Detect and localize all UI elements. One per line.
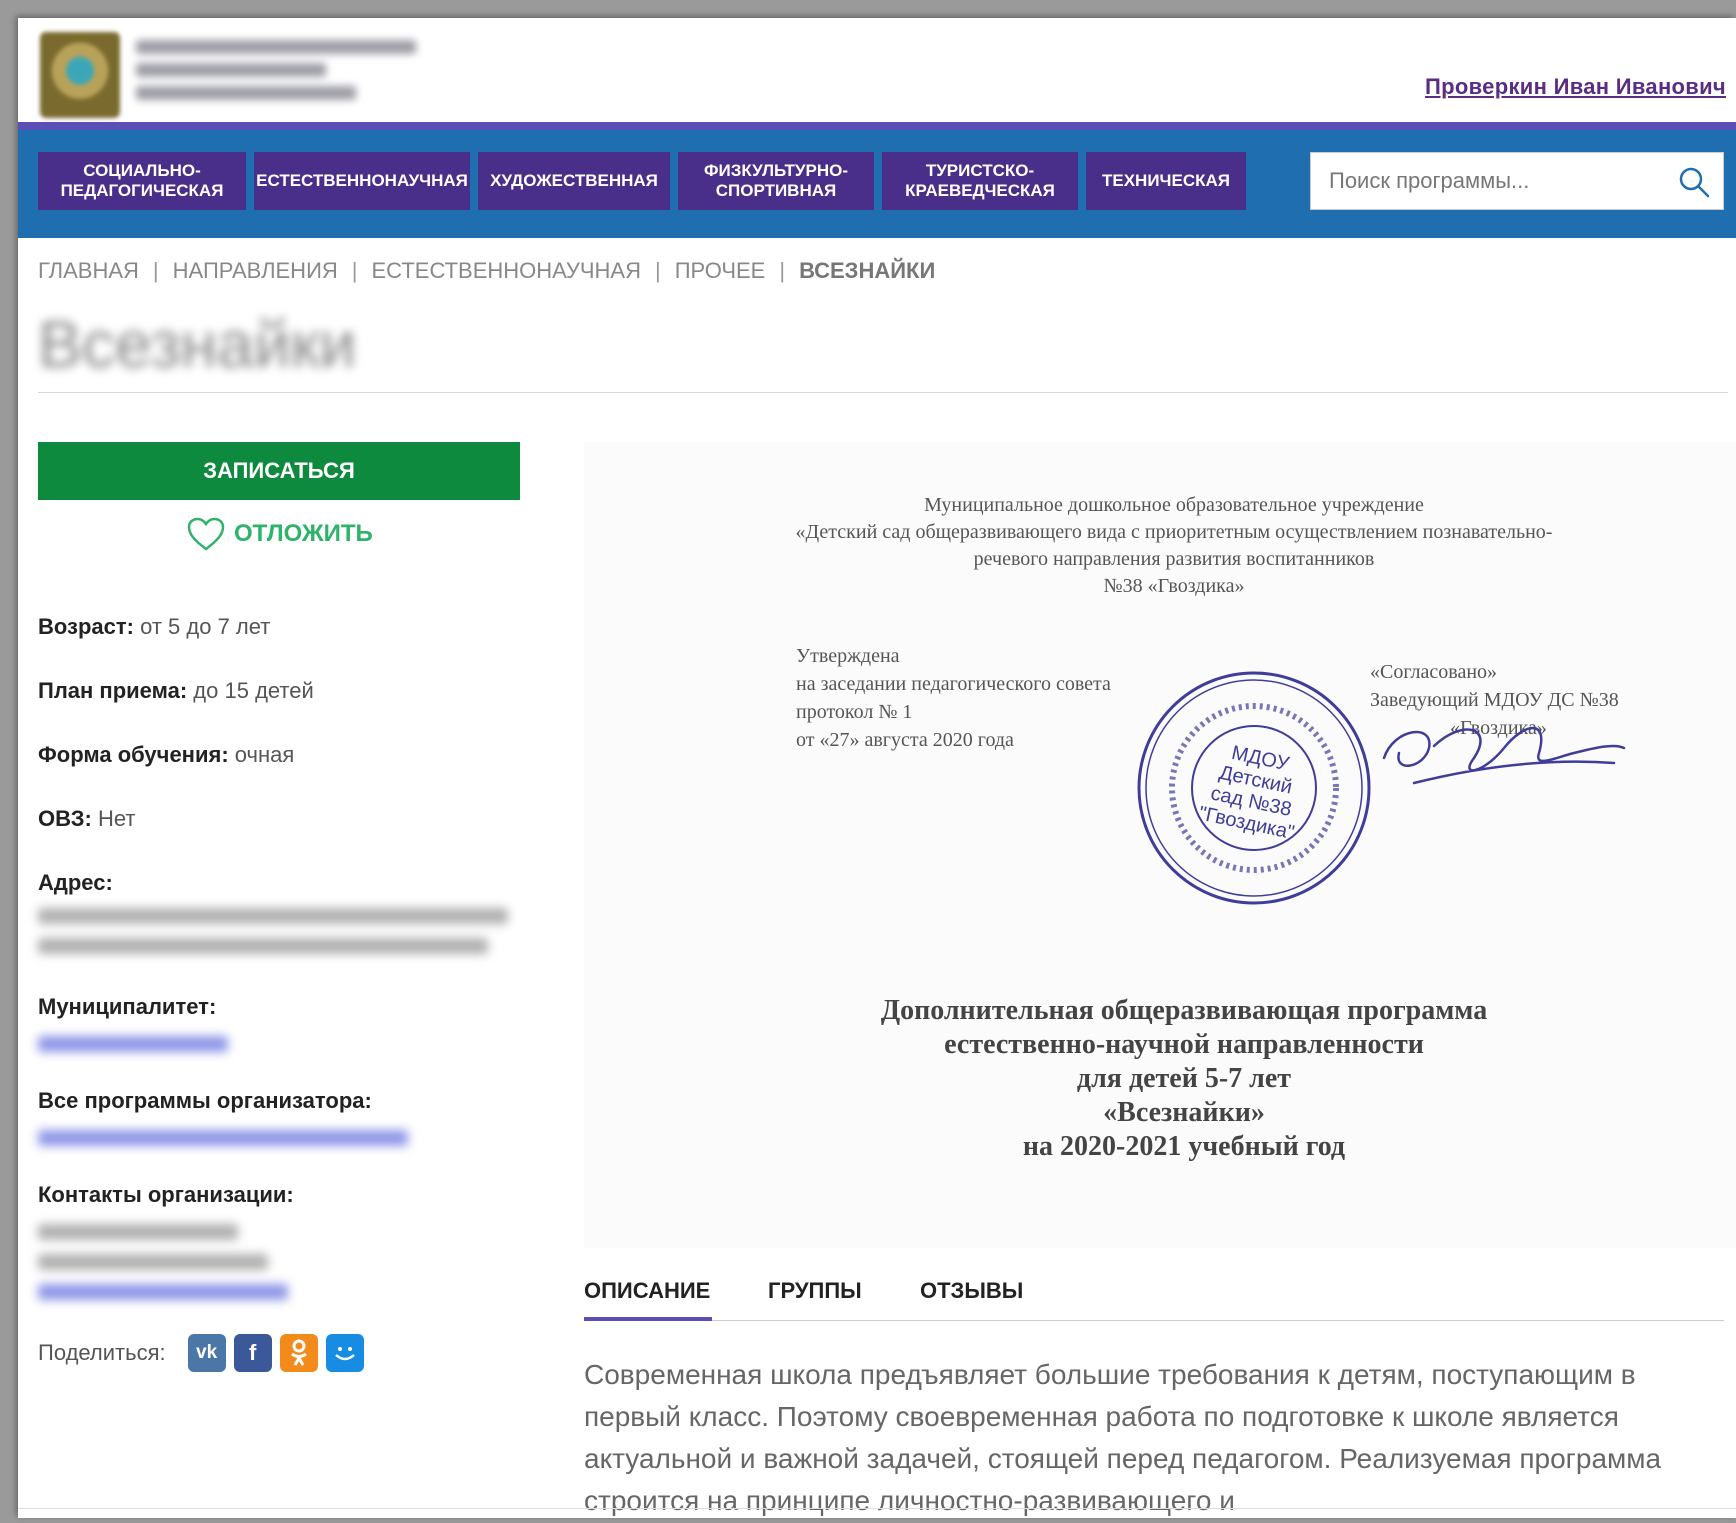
address-row: Адрес: xyxy=(38,870,113,896)
breadcrumb-item-other[interactable]: ПРОЧЕЕ xyxy=(675,258,766,283)
breadcrumb-item-natural-science[interactable]: ЕСТЕСТВЕННОНАУЧНАЯ xyxy=(372,258,641,283)
programs-label: Все программы организатора: xyxy=(38,1088,372,1113)
municipality-row: Муниципалитет: xyxy=(38,994,216,1020)
nav-tab-tourism[interactable]: ТУРИСТСКО- КРАЕВЕДЧЕСКАЯ xyxy=(882,152,1078,210)
breadcrumb-separator: | xyxy=(351,258,358,283)
doc-header-line: «Детский сад общеразвивающего вида с при… xyxy=(795,521,1553,543)
content-tabs: ОПИСАНИЕ ГРУППЫ ОТЗЫВЫ xyxy=(584,1268,1724,1321)
site-header: Проверкин Иван Иванович xyxy=(18,18,1736,122)
tab-reviews[interactable]: ОТЗЫВЫ xyxy=(920,1278,1023,1304)
nav-tab-technical[interactable]: ТЕХНИЧЕСКАЯ xyxy=(1086,152,1246,210)
stamp-seal: МДОУ Детский сад №38 "Гвоздика" xyxy=(1137,671,1371,905)
user-profile-link[interactable]: Проверкин Иван Иванович xyxy=(1425,74,1726,100)
doc-title-line: на 2020-2021 учебный год xyxy=(1022,1131,1346,1162)
breadcrumb: ГЛАВНАЯ | НАПРАВЛЕНИЯ | ЕСТЕСТВЕННОНАУЧНАЯ | П… xyxy=(38,258,935,284)
tab-groups[interactable]: ГРУППЫ xyxy=(768,1278,862,1304)
postpone-label: ОТЛОЖИТЬ xyxy=(234,520,373,547)
active-tab-indicator xyxy=(584,1317,712,1321)
doc-title-line: «Всезнайки» xyxy=(1103,1097,1265,1128)
contacts-row: Контакты организации: xyxy=(38,1182,294,1208)
program-document-image: Муниципальное дошкольное образовательное… xyxy=(584,442,1736,1248)
ovz-row: ОВЗ: Нет xyxy=(38,806,135,832)
direction-nav: СОЦИАЛЬНО- ПЕДАГОГИЧЕСКАЯ ЕСТЕСТВЕННОНАУ… xyxy=(18,122,1736,238)
form-row: Форма обучения: очная xyxy=(38,742,294,768)
doc-approved-line: протокол № 1 xyxy=(796,701,913,723)
search-input[interactable] xyxy=(1327,167,1661,195)
breadcrumb-item-home[interactable]: ГЛАВНАЯ xyxy=(38,258,139,283)
municipality-label: Муниципалитет: xyxy=(38,994,217,1019)
share-bar: Поделиться: vk f xyxy=(38,1334,364,1372)
address-label: Адрес: xyxy=(38,870,113,895)
doc-institution-header: Муниципальное дошкольное образовательное… xyxy=(744,492,1604,600)
doc-title-line: для детей 5-7 лет xyxy=(1076,1063,1292,1094)
plan-label: План приема: xyxy=(38,678,188,703)
programs-link-blurred[interactable] xyxy=(38,1130,408,1160)
age-row: Возраст: от 5 до 7 лет xyxy=(38,614,270,640)
browser-page: Проверкин Иван Иванович СОЦИАЛЬНО- ПЕДАГ… xyxy=(18,18,1736,1518)
breadcrumb-current: ВСЕЗНАЙКИ xyxy=(799,258,936,283)
plan-row: План приема: до 15 детей xyxy=(38,678,314,704)
programs-row: Все программы организатора: xyxy=(38,1088,372,1114)
form-value: очная xyxy=(234,742,295,767)
site-logo[interactable] xyxy=(40,32,120,118)
plan-value: до 15 детей xyxy=(193,678,314,703)
doc-approved-line: на заседании педагогического совета xyxy=(796,673,1111,695)
municipality-link-blurred[interactable] xyxy=(38,1036,228,1066)
doc-approved-line: от «27» августа 2020 года xyxy=(796,729,1014,751)
ovz-label: ОВЗ: xyxy=(38,806,92,831)
breadcrumb-separator: | xyxy=(779,258,786,283)
nav-tab-social-pedagogical[interactable]: СОЦИАЛЬНО- ПЕДАГОГИЧЕСКАЯ xyxy=(38,152,246,210)
nav-tab-sports[interactable]: ФИЗКУЛЬТУРНО- СПОРТИВНАЯ xyxy=(678,152,874,210)
address-value-blurred xyxy=(38,908,508,968)
doc-header-line: Муниципальное дошкольное образовательное… xyxy=(924,494,1424,516)
heart-icon xyxy=(187,517,225,551)
breadcrumb-item-directions[interactable]: НАПРАВЛЕНИЯ xyxy=(173,258,338,283)
breadcrumb-separator: | xyxy=(654,258,661,283)
tab-description[interactable]: ОПИСАНИЕ xyxy=(584,1278,710,1304)
moimir-icon[interactable] xyxy=(325,1334,364,1372)
ovz-value: Нет xyxy=(97,806,136,831)
share-label: Поделиться: xyxy=(38,1340,166,1365)
doc-header-line: №38 «Гвоздика» xyxy=(1103,575,1245,597)
age-value: от 5 до 7 лет xyxy=(140,614,271,639)
program-search xyxy=(1310,152,1724,210)
title-divider xyxy=(38,392,1728,393)
program-description: Современная школа предъявляет большие тр… xyxy=(584,1359,1662,1516)
direction-tabs: СОЦИАЛЬНО- ПЕДАГОГИЧЕСКАЯ ЕСТЕСТВЕННОНАУ… xyxy=(38,152,1246,210)
nav-tab-artistic[interactable]: ХУДОЖЕСТВЕННАЯ xyxy=(478,152,670,210)
doc-approved-block: Утверждена на заседании педагогического … xyxy=(796,642,1111,754)
organization-name-blurred xyxy=(136,40,456,109)
facebook-icon[interactable]: f xyxy=(233,1334,272,1372)
nav-tab-natural-science[interactable]: ЕСТЕСТВЕННОНАУЧНАЯ xyxy=(254,152,470,210)
doc-title-line: естественно-научной направленности xyxy=(944,1029,1424,1060)
doc-title-line: Дополнительная общеразвивающая программа xyxy=(880,995,1488,1026)
signature xyxy=(1382,726,1626,785)
enroll-button[interactable]: ЗАПИСАТЬСЯ xyxy=(38,442,520,500)
age-label: Возраст: xyxy=(38,614,134,639)
vk-icon[interactable]: vk xyxy=(187,1334,226,1372)
doc-agreed-line: «Согласовано» xyxy=(1370,661,1498,683)
search-icon[interactable] xyxy=(1677,165,1711,199)
doc-approved-line: Утверждена xyxy=(796,645,900,667)
bottom-divider xyxy=(18,1508,1736,1509)
odnoklassniki-icon[interactable] xyxy=(279,1334,318,1372)
doc-program-title: Дополнительная общеразвивающая программа… xyxy=(834,994,1534,1164)
postpone-button[interactable]: ОТЛОЖИТЬ xyxy=(186,516,373,552)
contacts-label: Контакты организации: xyxy=(38,1182,294,1207)
breadcrumb-separator: | xyxy=(152,258,159,283)
form-label: Форма обучения: xyxy=(38,742,229,767)
contacts-value-blurred xyxy=(38,1224,288,1314)
page-title: Всезнайки xyxy=(38,307,357,381)
doc-header-line: речевого направления развития воспитанни… xyxy=(973,548,1375,570)
